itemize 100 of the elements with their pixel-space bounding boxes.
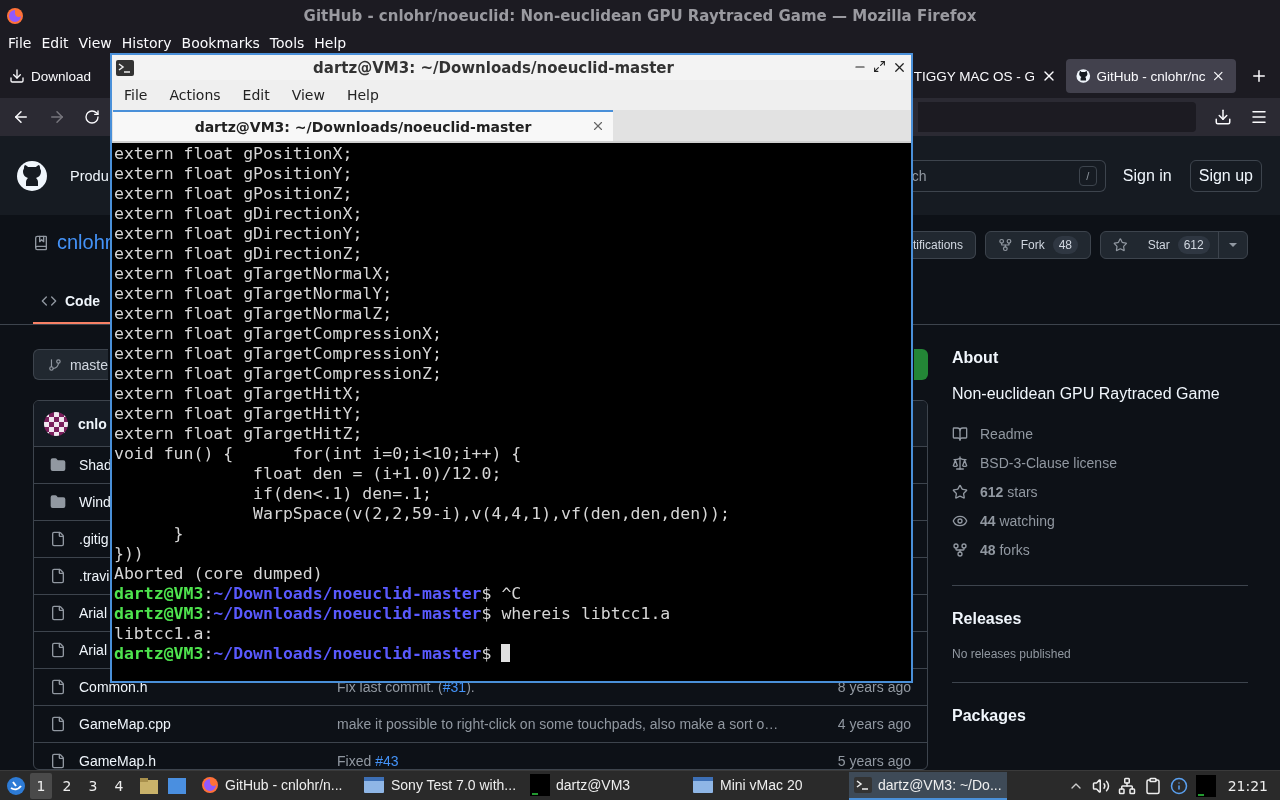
branch-button[interactable]: maste <box>33 349 108 381</box>
workspace-button[interactable]: 1 <box>30 772 52 799</box>
menu-item[interactable]: Bookmarks <box>177 35 266 51</box>
avatar <box>44 411 68 436</box>
menu-item[interactable]: File <box>4 35 38 51</box>
menu-item[interactable]: Help <box>310 35 353 51</box>
folder-icon <box>50 457 66 474</box>
terminal-line: } <box>172 524 184 544</box>
menu-item[interactable]: Tools <box>265 35 311 51</box>
window-title: GitHub - cnlohr/noeuclid: Non-euclidean GPU Raytraced Game — Mozilla Firefox <box>302 7 978 25</box>
terminal-line: extern float gDirectionY; <box>114 224 363 244</box>
desktop-icon[interactable] <box>168 777 186 794</box>
network-icon[interactable] <box>1117 776 1136 795</box>
menu-item[interactable]: Actions <box>163 87 227 103</box>
file-name[interactable]: Arial <box>79 605 107 622</box>
menu-item[interactable]: View <box>285 87 331 103</box>
terminal-line: Aborted (core dumped) <box>114 564 323 584</box>
caret-icon <box>1228 243 1237 247</box>
file-icon <box>50 716 66 733</box>
taskbar-task[interactable]: Mini vMac 20 <box>687 771 846 800</box>
workspace-button[interactable]: 3 <box>82 772 104 799</box>
console-icon[interactable] <box>1195 774 1216 797</box>
taskbar-task[interactable]: dartz@VM3 <box>525 771 684 800</box>
file-name[interactable]: .gitig <box>79 531 109 548</box>
about-link[interactable]: 44 watching <box>980 512 1055 529</box>
clipboard-icon[interactable] <box>1143 776 1162 795</box>
forward-icon[interactable] <box>48 108 66 126</box>
menu-item[interactable]: Edit <box>236 87 276 103</box>
file-icon <box>50 679 66 696</box>
browser-tab[interactable]: Download <box>6 59 95 93</box>
menu-item[interactable]: History <box>117 35 178 51</box>
about-link[interactable]: 48 forks <box>980 541 1030 558</box>
menu-icon[interactable] <box>1250 108 1268 126</box>
taskbar-task[interactable]: dartz@VM3: ~/Do... <box>849 771 1008 800</box>
sign-in-link[interactable]: Sign in <box>1122 166 1172 185</box>
logo-icon[interactable] <box>16 159 48 192</box>
file-name[interactable]: GameMap.cpp <box>79 716 171 733</box>
browser-tab[interactable]: GitHub - cnlohr/nc <box>1066 59 1236 93</box>
window-icon <box>363 775 385 794</box>
start-icon[interactable] <box>6 775 26 796</box>
repo-owner-link[interactable]: cnlohr <box>57 231 112 254</box>
taskbar-task[interactable]: GitHub - cnlohr/n... <box>196 771 354 800</box>
volume-icon[interactable] <box>1091 776 1110 795</box>
sign-up-button[interactable]: Sign up <box>1189 159 1262 192</box>
terminal-line: WarpSpace(v(2,2,59-i),v(4,4,1),vf(den,den,den)); <box>252 504 730 524</box>
about-link[interactable]: 612 stars <box>980 483 1038 500</box>
terminal-line: float den = (i+1.0)/12.0; <box>252 464 502 484</box>
issue-link[interactable]: #43 <box>375 753 399 769</box>
file-name[interactable]: Wind <box>79 494 111 511</box>
about-link[interactable]: BSD-3-Clause license <box>980 454 1117 471</box>
file-name[interactable]: Arial <box>79 642 107 659</box>
taskbar-task[interactable]: Sony Test 7.0 with... <box>358 771 522 800</box>
terminal-line: extern float gTargetNormalY; <box>114 284 393 304</box>
terminal-line: libtcc1.a: <box>114 624 214 644</box>
fork-count: 48 <box>1052 236 1078 254</box>
notifications-button[interactable]: tifications <box>913 231 976 259</box>
close-icon[interactable] <box>892 60 907 75</box>
star-icon <box>952 483 968 500</box>
code-button[interactable] <box>914 349 928 381</box>
terminal-icon <box>854 776 873 793</box>
workspace-button[interactable]: 2 <box>56 772 78 799</box>
about-link[interactable]: Readme <box>980 425 1033 442</box>
star-button[interactable]: Star 612 <box>1100 231 1248 259</box>
terminal-line: extern float gDirectionX; <box>114 204 363 224</box>
shortcut-key: / <box>1078 165 1097 186</box>
fork-button[interactable]: Fork 48 <box>985 231 1091 259</box>
book-icon <box>952 425 968 442</box>
menu-item[interactable]: Edit <box>37 35 75 51</box>
maximize-icon[interactable] <box>873 60 886 73</box>
repo-icon <box>33 234 49 251</box>
menu-item[interactable]: Help <box>340 87 385 103</box>
back-icon[interactable] <box>12 108 30 126</box>
terminal-line: void fun() { for(int i=0;i<10;i++) { <box>114 444 522 464</box>
reload-icon[interactable] <box>84 109 100 125</box>
browser-tab[interactable]: TIGGY MAC OS - G <box>910 59 1060 93</box>
workspace-button[interactable]: 4 <box>108 772 130 799</box>
releases-note: No releases published <box>952 647 1072 661</box>
terminal-line: extern float gTargetHitZ; <box>114 424 363 444</box>
menu-item[interactable]: File <box>118 87 154 103</box>
menu-item[interactable]: View <box>74 35 118 51</box>
terminal-line: extern float gPositionZ; <box>114 184 353 204</box>
nav-link[interactable]: Produ <box>70 167 109 184</box>
commit-author[interactable]: cnlo <box>78 415 107 432</box>
terminal-line: extern float gPositionY; <box>114 164 353 184</box>
terminal-line: extern float gTargetCompressionY; <box>114 344 442 364</box>
file-name[interactable]: .travi <box>79 568 110 585</box>
terminal-line: dartz@VM3:~/Downloads/noeuclid-master$ ^C <box>114 584 522 604</box>
file-name[interactable]: Common.h <box>79 679 148 696</box>
download-icon[interactable] <box>1214 108 1232 126</box>
terminal-line: extern float gDirectionZ; <box>114 244 363 264</box>
new-tab-icon[interactable] <box>1250 67 1268 85</box>
file-name[interactable]: GameMap.h <box>79 753 157 769</box>
terminal-line: dartz@VM3:~/Downloads/noeuclid-master$ whereis libtcc1.a <box>114 604 671 624</box>
folder-icon[interactable] <box>140 777 158 794</box>
fork-icon <box>952 541 968 558</box>
terminal-line: extern float gTargetCompressionZ; <box>114 364 442 384</box>
clock: 21:21 <box>1227 777 1268 794</box>
info-icon[interactable] <box>1169 776 1188 795</box>
star-icon <box>1113 237 1128 253</box>
terminal-tab[interactable]: dartz@VM3: ~/Downloads/noeuclid-master <box>113 110 613 141</box>
